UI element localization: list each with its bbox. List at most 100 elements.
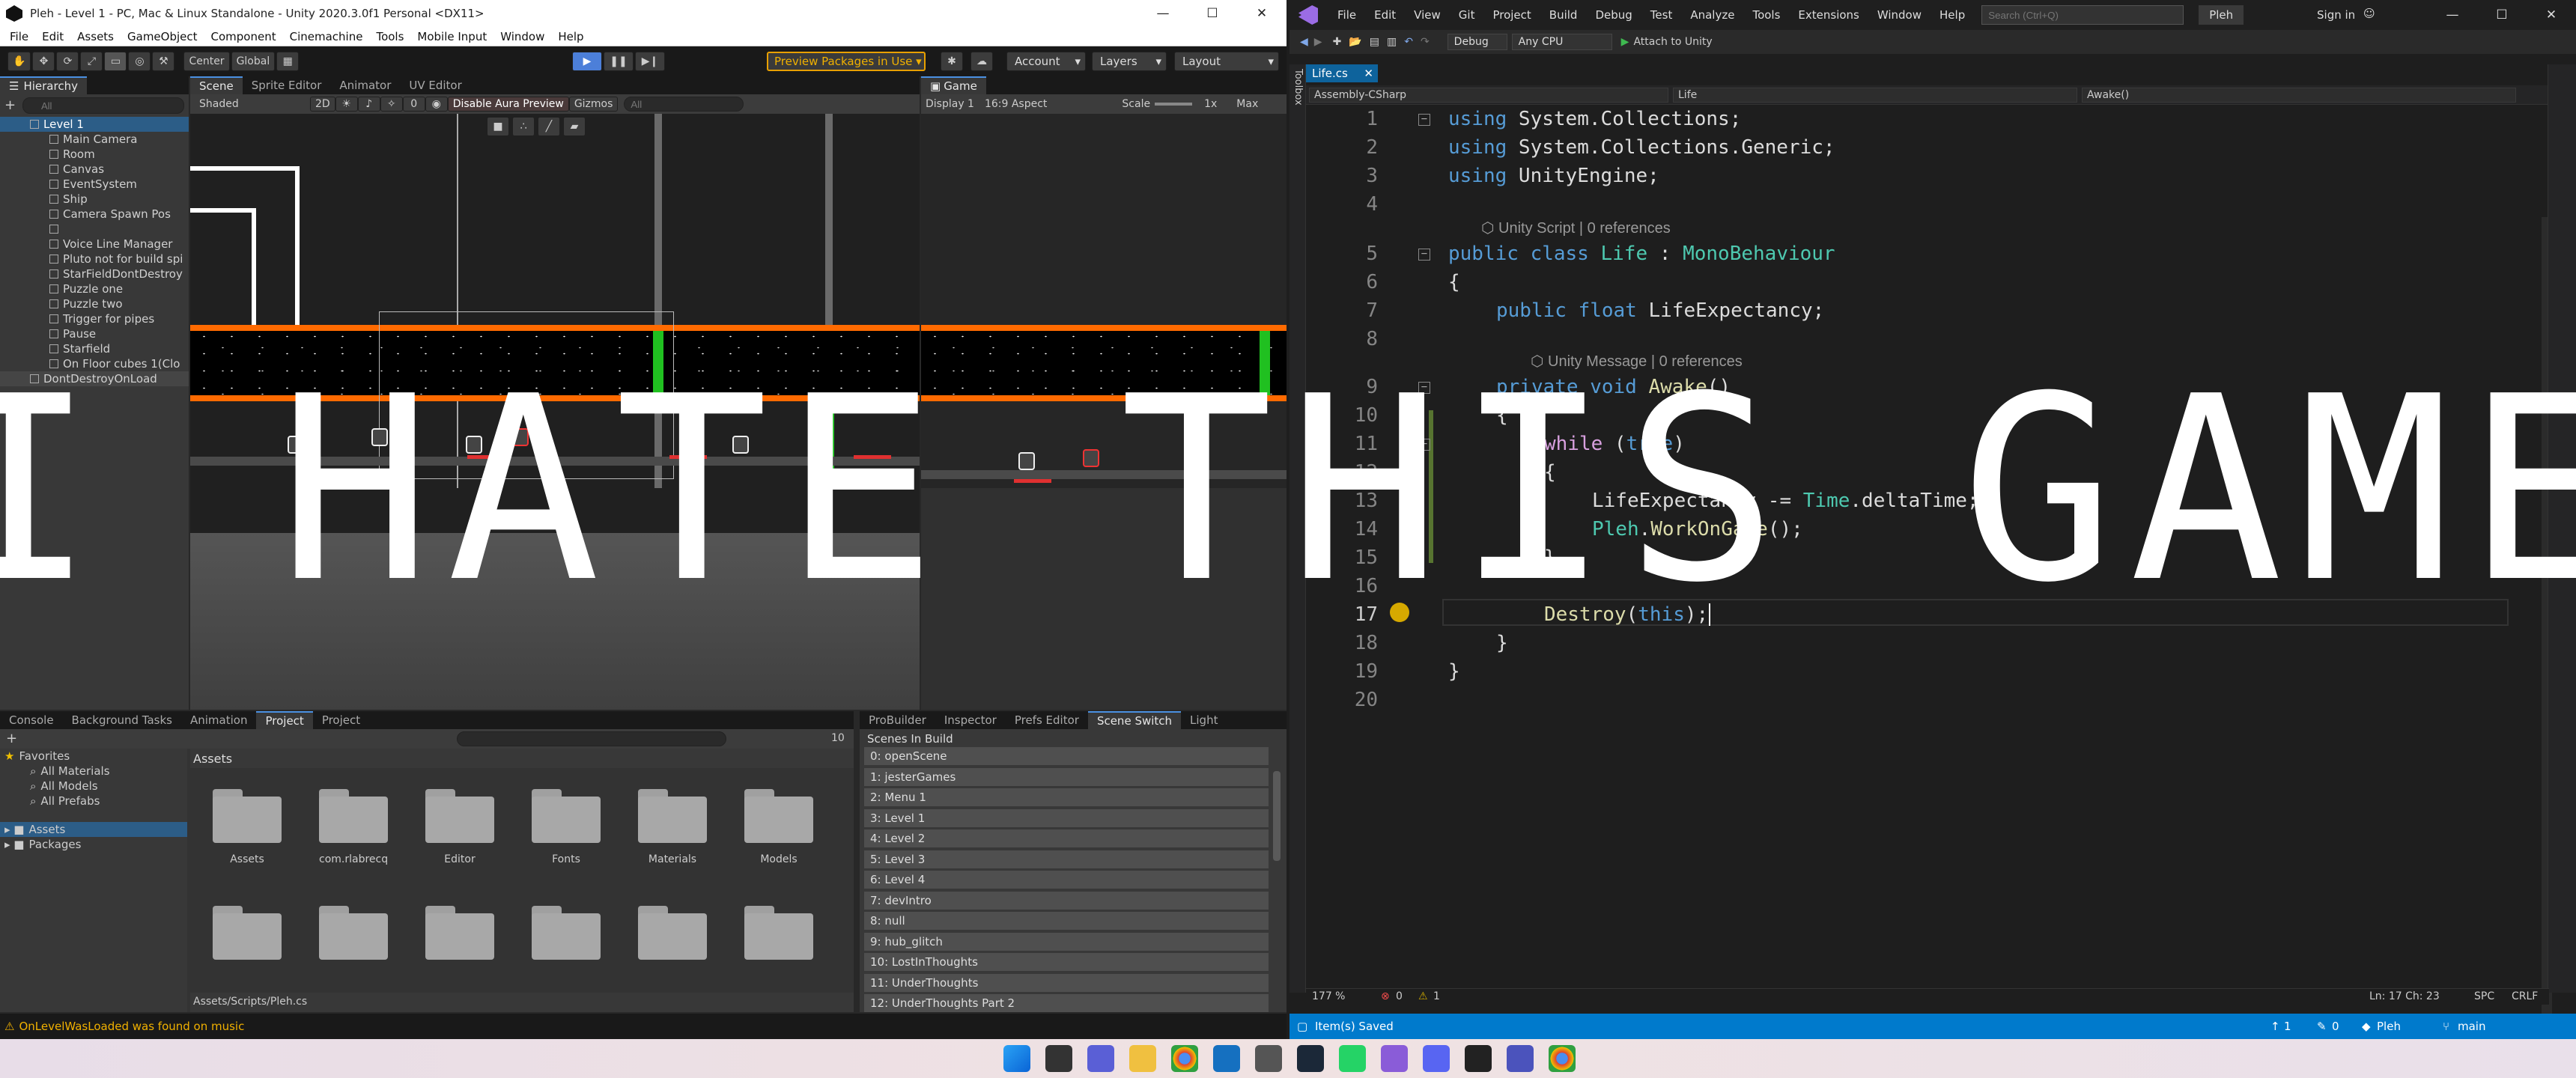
collab-icon[interactable]: ✱	[941, 52, 963, 71]
sign-in-link[interactable]: Sign in	[2317, 8, 2355, 22]
task-view-icon[interactable]	[1045, 1045, 1072, 1072]
folder-item[interactable]: Materials	[638, 786, 707, 865]
undo-icon[interactable]: ↶	[1404, 36, 1413, 48]
scene-button[interactable]: 9: hub_glitch	[864, 932, 1269, 951]
minimize-icon[interactable]: —	[2428, 1, 2477, 28]
scale-tool-icon[interactable]: ⤢	[80, 52, 103, 71]
discord-icon[interactable]	[1423, 1045, 1450, 1072]
hierarchy-item[interactable]: Camera Spawn Pos	[0, 207, 189, 222]
hierarchy-search-input[interactable]	[22, 97, 184, 114]
warning-count[interactable]: 1	[1433, 990, 1440, 1002]
favorite-item[interactable]: ⌕ All Materials	[0, 764, 187, 779]
scene-button[interactable]: 3: Level 1	[864, 808, 1269, 827]
tab-project-2[interactable]: Project	[313, 711, 369, 729]
menu-tools[interactable]: Tools	[369, 30, 410, 43]
save-icon[interactable]: ▤	[1370, 36, 1379, 48]
maximize-icon[interactable]: ☐	[1188, 0, 1237, 27]
scene-button[interactable]: 4: Level 2	[864, 829, 1269, 847]
hierarchy-item[interactable]: On Floor cubes 1(Clo	[0, 356, 189, 371]
scene-list-scrollbar[interactable]	[1273, 771, 1281, 861]
store-icon[interactable]	[1213, 1045, 1240, 1072]
favorite-item[interactable]: ⌕ All Models	[0, 779, 187, 794]
scene-view[interactable]: ■ ∴ ╱ ▰	[190, 114, 920, 710]
vs-menu-debug[interactable]: Debug	[1586, 8, 1641, 22]
pivot-center-button[interactable]: Center	[183, 52, 230, 71]
configuration-dropdown[interactable]: Debug	[1447, 34, 1507, 50]
maximize-icon[interactable]: ☐	[2477, 1, 2527, 28]
hierarchy-item[interactable]: Level 1	[0, 117, 189, 132]
assets-node[interactable]: ▸ ■ Assets	[0, 822, 187, 837]
face-mode-icon[interactable]: ▰	[563, 117, 586, 136]
vs-menu-view[interactable]: View	[1405, 8, 1450, 22]
code-editor[interactable]: 1 2 3 4 5 6 7 8 9 10 11 12 13 14 15 16 1…	[1306, 105, 2552, 1078]
rotate-tool-icon[interactable]: ⟳	[56, 52, 79, 71]
scene-button[interactable]: 7: devIntro	[864, 891, 1269, 910]
space-global-button[interactable]: Global	[231, 52, 276, 71]
toggle-2d-button[interactable]: 2D	[310, 97, 335, 112]
add-icon[interactable]: +	[4, 97, 16, 113]
scale-slider[interactable]	[1155, 103, 1193, 106]
folder-item[interactable]	[744, 903, 813, 960]
menu-help[interactable]: Help	[551, 30, 590, 43]
whatsapp-icon[interactable]	[1339, 1045, 1366, 1072]
tab-scene-switch[interactable]: Scene Switch	[1087, 711, 1182, 729]
start-icon[interactable]: ▶	[1621, 36, 1629, 48]
tab-animator[interactable]: Animator	[330, 76, 400, 94]
user-icon[interactable]: ☺	[2363, 7, 2375, 20]
teams-chat-icon[interactable]	[1087, 1045, 1114, 1072]
scene-button[interactable]: 8: null	[864, 912, 1269, 930]
folder-item[interactable]: com.rlabrecque.s...	[319, 786, 388, 865]
vertex-mode-icon[interactable]: ∴	[512, 117, 535, 136]
effects-icon[interactable]: ✧	[380, 97, 403, 112]
edge-mode-icon[interactable]: ╱	[538, 117, 560, 136]
menu-edit[interactable]: Edit	[35, 30, 70, 43]
vs-menu-test[interactable]: Test	[1641, 8, 1682, 22]
close-icon[interactable]: ✕	[1237, 0, 1287, 27]
menu-gameobject[interactable]: GameObject	[121, 30, 204, 43]
game-view[interactable]	[921, 114, 1287, 710]
back-icon[interactable]: ◀	[1300, 36, 1308, 48]
vs-menu-file[interactable]: File	[1328, 8, 1365, 22]
hierarchy-item[interactable]: Canvas	[0, 162, 189, 177]
display-dropdown[interactable]: Display 1	[926, 98, 974, 110]
vs-search-input[interactable]	[1981, 5, 2184, 25]
commits-up-count[interactable]: 1	[2284, 1020, 2291, 1033]
tab-uv-editor[interactable]: UV Editor	[400, 76, 470, 94]
scene-button[interactable]: 11: UnderThoughts	[864, 973, 1269, 992]
vs-menu-tools[interactable]: Tools	[1743, 8, 1789, 22]
object-mode-icon[interactable]: ■	[487, 117, 509, 136]
disable-aura-preview-button[interactable]: Disable Aura Preview	[447, 97, 569, 112]
hierarchy-item[interactable]: Pause	[0, 326, 189, 341]
visual-studio-icon[interactable]	[1381, 1045, 1408, 1072]
fold-toggle-icon[interactable]: −	[1418, 382, 1430, 394]
vs-menu-window[interactable]: Window	[1868, 8, 1931, 22]
folder-item[interactable]: Editor	[425, 786, 494, 865]
tab-game[interactable]: ▣ Game	[921, 76, 986, 94]
folder-item[interactable]	[319, 903, 388, 960]
hierarchy-item[interactable]: Main Camera	[0, 132, 189, 147]
hierarchy-item[interactable]: Puzzle two	[0, 296, 189, 311]
hierarchy-item[interactable]: Trigger for pipes	[0, 311, 189, 326]
packages-node[interactable]: ▸ ■ Packages	[0, 837, 187, 852]
lighting-icon[interactable]: ☀	[335, 97, 358, 112]
save-all-icon[interactable]: ▥	[1387, 36, 1397, 48]
shading-dropdown[interactable]: Shaded	[193, 96, 306, 112]
tab-inspector[interactable]: Inspector	[935, 711, 1006, 729]
menu-mobile-input[interactable]: Mobile Input	[410, 30, 493, 43]
fold-toggle-icon[interactable]: −	[1418, 114, 1430, 126]
close-icon[interactable]: ✕	[1364, 67, 1373, 80]
hierarchy-item[interactable]: StarFieldDontDestroy	[0, 267, 189, 281]
hierarchy-item[interactable]: Starfield	[0, 341, 189, 356]
gizmos-dropdown[interactable]: Gizmos	[568, 97, 619, 112]
step-button[interactable]: ▶❙	[635, 52, 665, 71]
unity-hub-icon[interactable]	[1255, 1045, 1282, 1072]
hierarchy-item[interactable]: Puzzle one	[0, 281, 189, 296]
menu-file[interactable]: File	[3, 30, 35, 43]
maximize-on-play-toggle[interactable]: Max	[1236, 98, 1258, 110]
scene-button[interactable]: 0: openScene	[864, 747, 1269, 765]
pause-button[interactable]: ❚❚	[604, 52, 634, 71]
attach-to-unity-button[interactable]: Attach to Unity	[1633, 36, 1712, 48]
tab-background-tasks[interactable]: Background Tasks	[63, 711, 181, 729]
codelens-unity-message[interactable]: ⬡ Unity Message | 0 references	[1531, 352, 1743, 371]
tab-light[interactable]: Light	[1181, 711, 1227, 729]
